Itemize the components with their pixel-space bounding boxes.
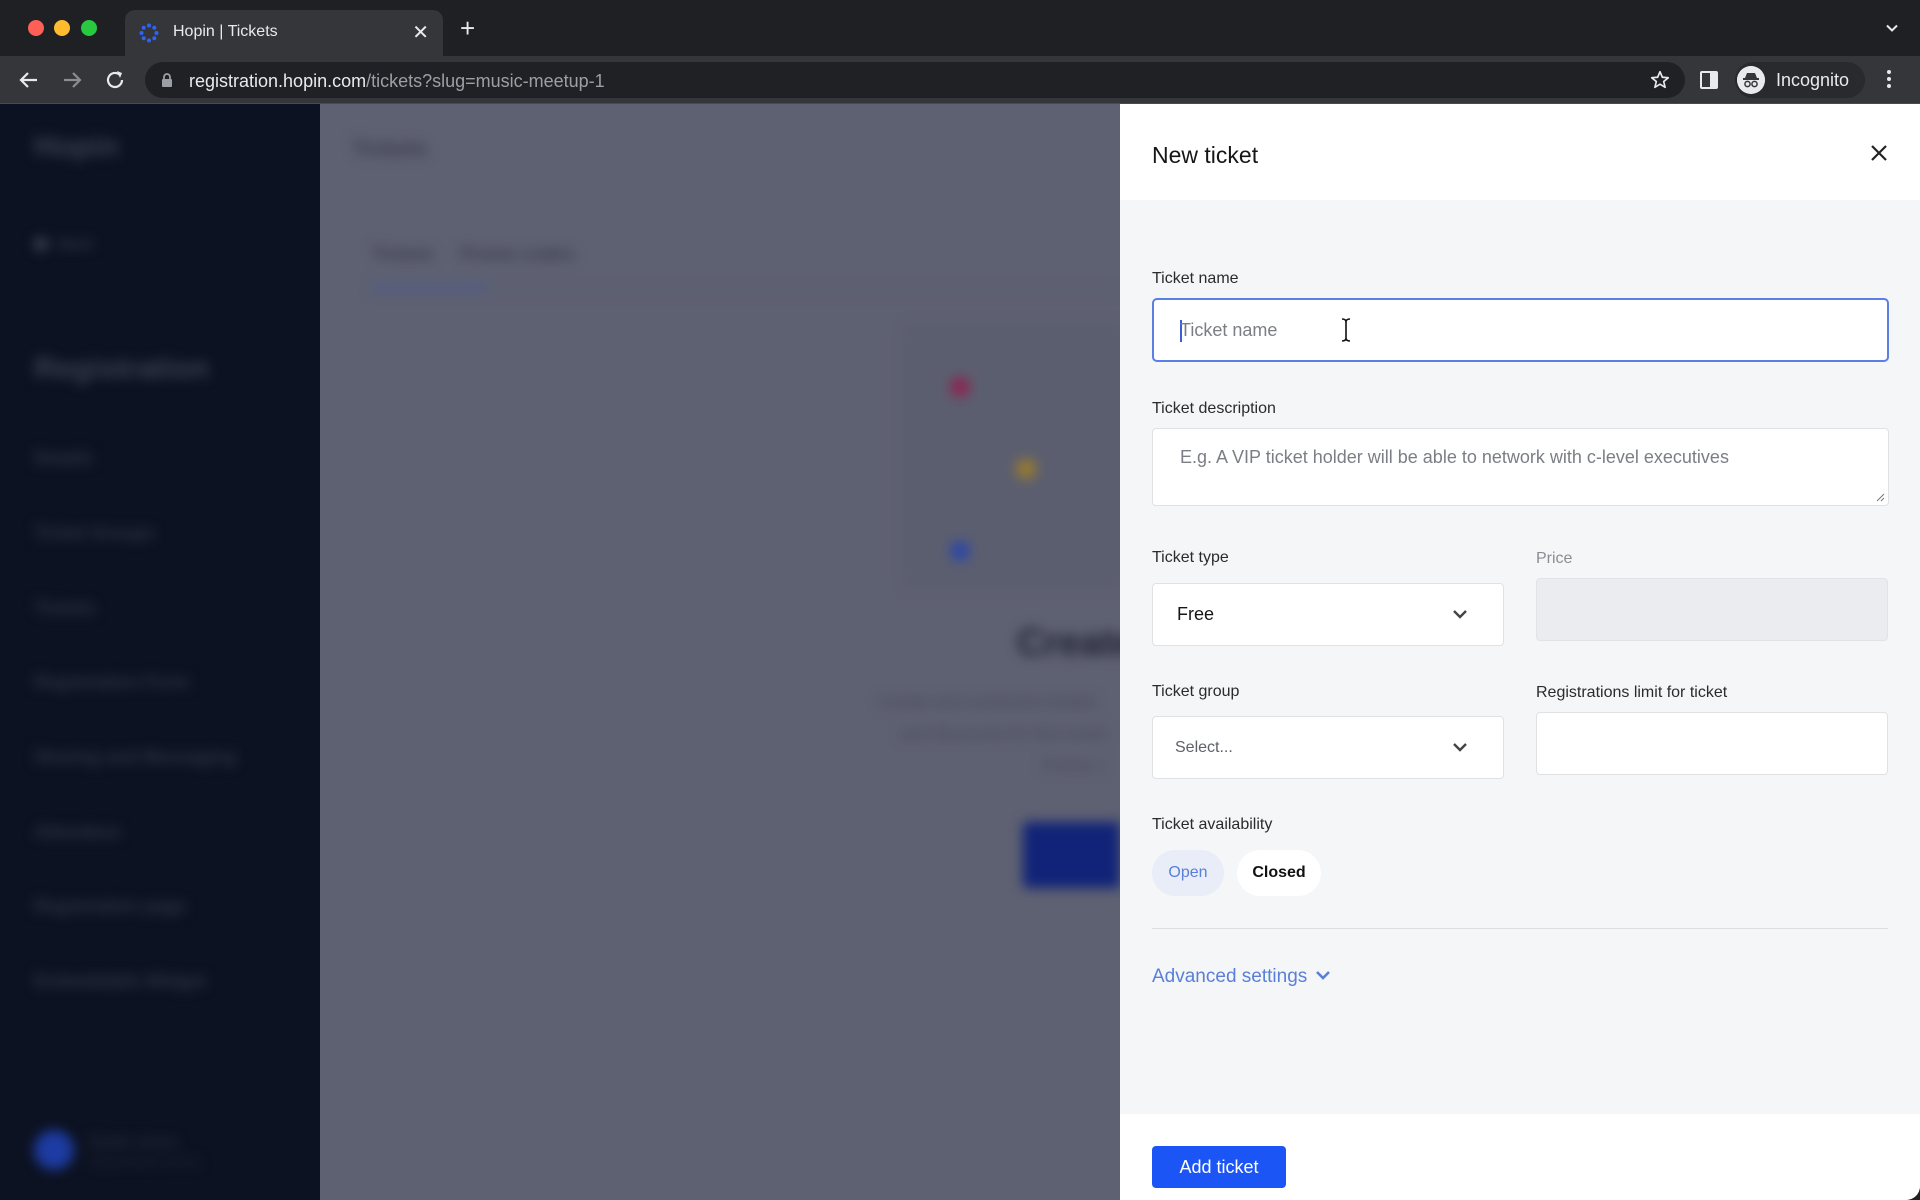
lock-icon[interactable]: [161, 73, 173, 87]
side-panel-icon[interactable]: [1700, 71, 1718, 89]
tab-tickets[interactable]: Tickets: [372, 244, 434, 265]
ticket-description-placeholder: E.g. A VIP ticket holder will be able to…: [1180, 447, 1729, 467]
close-icon[interactable]: ✕: [412, 20, 429, 45]
tab-title: Hopin | Tickets: [173, 23, 278, 40]
star-icon[interactable]: [1649, 69, 1671, 91]
empty-state-heading: Create: [1017, 622, 1136, 664]
main-content-overlay[interactable]: Tickets Tickets Promo codes Create Creat…: [320, 104, 1135, 1200]
ticket-description-textarea[interactable]: E.g. A VIP ticket holder will be able to…: [1152, 428, 1889, 506]
resize-handle-icon[interactable]: [1875, 492, 1885, 502]
add-ticket-button[interactable]: Add ticket: [1152, 1146, 1286, 1188]
url-path: /tickets?slug=music-meetup-1: [366, 71, 605, 91]
arrow-left-icon[interactable]: [17, 68, 41, 92]
advanced-settings-toggle[interactable]: Advanced settings: [1152, 966, 1331, 988]
empty-state-text-line: Create and customize tickets: [878, 692, 1097, 711]
sidebar-item-tickets[interactable]: Tickets: [34, 598, 96, 619]
price-label: Price: [1536, 550, 1573, 567]
advanced-settings-label: Advanced settings: [1152, 966, 1308, 987]
new-ticket-drawer: New ticket Ticket name Ticket name Ticke…: [1120, 104, 1920, 1200]
ticket-description-label: Ticket description: [1152, 400, 1276, 417]
illustration-dot-blue: [950, 541, 970, 561]
sidebar-logo: Hopin: [34, 130, 119, 163]
sidebar: Hopin Back Registration Details Ticket G…: [0, 104, 320, 1200]
chevron-down-icon[interactable]: [1886, 22, 1898, 34]
chevron-down-icon: [1453, 743, 1467, 752]
sidebar-item-sharing-messaging[interactable]: Sharing and Messaging: [34, 747, 236, 768]
main-tabs: Tickets Promo codes: [372, 244, 596, 265]
window-close-button[interactable]: [28, 20, 44, 36]
incognito-icon: [1737, 66, 1765, 94]
window-minimize-button[interactable]: [54, 20, 70, 36]
incognito-profile-button[interactable]: Incognito: [1735, 62, 1865, 98]
chevron-down-icon: [1316, 971, 1331, 980]
back-label: Back: [58, 236, 94, 253]
create-ticket-button[interactable]: [1023, 822, 1120, 888]
tabs-divider: [372, 290, 1120, 291]
empty-state-text-line: Promo c: [1042, 756, 1106, 775]
price-input[interactable]: [1536, 578, 1888, 641]
close-icon[interactable]: [1868, 142, 1890, 164]
availability-closed-option[interactable]: Closed: [1237, 850, 1321, 896]
arrow-right-icon[interactable]: [60, 68, 84, 92]
chevron-down-icon: [1453, 610, 1467, 619]
plus-icon[interactable]: +: [460, 15, 475, 41]
url-text: registration.hopin.com/tickets?slug=musi…: [189, 71, 605, 92]
sidebar-item-embeddable-widget[interactable]: Embeddable Widget: [34, 971, 206, 992]
kebab-menu-icon[interactable]: [1886, 68, 1892, 92]
ticket-type-select[interactable]: Free: [1152, 583, 1504, 646]
sidebar-item-attendees[interactable]: Attendees: [34, 822, 121, 843]
drawer-footer: Add ticket: [1120, 1114, 1920, 1200]
browser-toolbar: registration.hopin.com/tickets?slug=musi…: [0, 56, 1920, 104]
sidebar-item-details[interactable]: Details: [34, 448, 93, 469]
ticket-type-value: Free: [1177, 604, 1215, 624]
sidebar-item-ticket-groups[interactable]: Ticket Groups: [34, 523, 155, 544]
browser-tab-strip: Hopin | Tickets ✕ +: [0, 0, 1920, 56]
illustration-dot-yellow: [1016, 459, 1036, 479]
back-icon: [34, 237, 48, 251]
availability-open-option[interactable]: Open: [1152, 850, 1224, 896]
registrations-limit-label: Registrations limit for ticket: [1536, 684, 1728, 701]
user-role: Organization Admin: [88, 1154, 202, 1169]
page-title: Tickets: [352, 136, 428, 161]
ticket-availability-label: Ticket availability: [1152, 816, 1273, 833]
registrations-limit-input[interactable]: [1536, 712, 1888, 775]
incognito-label: Incognito: [1776, 70, 1850, 90]
sidebar-section-title: Registration: [34, 352, 210, 385]
user-name: Sarah Jones: [88, 1134, 178, 1151]
url-host: registration.hopin.com: [189, 71, 367, 91]
ticket-group-placeholder: Select...: [1175, 739, 1233, 756]
window-maximize-button[interactable]: [81, 20, 97, 36]
drawer-title: New ticket: [1152, 142, 1259, 168]
tab-promo-codes[interactable]: Promo codes: [460, 244, 574, 265]
ticket-name-input[interactable]: Ticket name: [1152, 298, 1889, 362]
ticket-group-select[interactable]: Select...: [1152, 716, 1504, 779]
empty-state-illustration: [905, 326, 1120, 586]
ticket-name-label: Ticket name: [1152, 270, 1239, 287]
sidebar-item-registration-page[interactable]: Registration page: [34, 896, 186, 917]
address-bar[interactable]: registration.hopin.com/tickets?slug=musi…: [145, 62, 1685, 98]
section-divider: [1152, 928, 1888, 929]
reload-icon[interactable]: [103, 68, 127, 92]
text-cursor-icon: [1341, 318, 1351, 342]
drawer-header: New ticket: [1120, 104, 1920, 200]
sidebar-item-registration-form[interactable]: Registration Form: [34, 672, 189, 693]
illustration-dot-red: [950, 377, 970, 397]
ticket-group-label: Ticket group: [1152, 683, 1240, 700]
avatar: [34, 1130, 74, 1170]
hopin-logo-icon: [139, 23, 159, 43]
page: Hopin Back Registration Details Ticket G…: [0, 104, 1920, 1200]
ticket-type-label: Ticket type: [1152, 549, 1229, 566]
sidebar-back-link[interactable]: Back: [34, 236, 94, 254]
browser-tab-active[interactable]: Hopin | Tickets ✕: [125, 10, 443, 56]
ticket-name-placeholder: Ticket name: [1180, 320, 1278, 340]
empty-state-text-line: and discounts for this event: [900, 724, 1107, 743]
